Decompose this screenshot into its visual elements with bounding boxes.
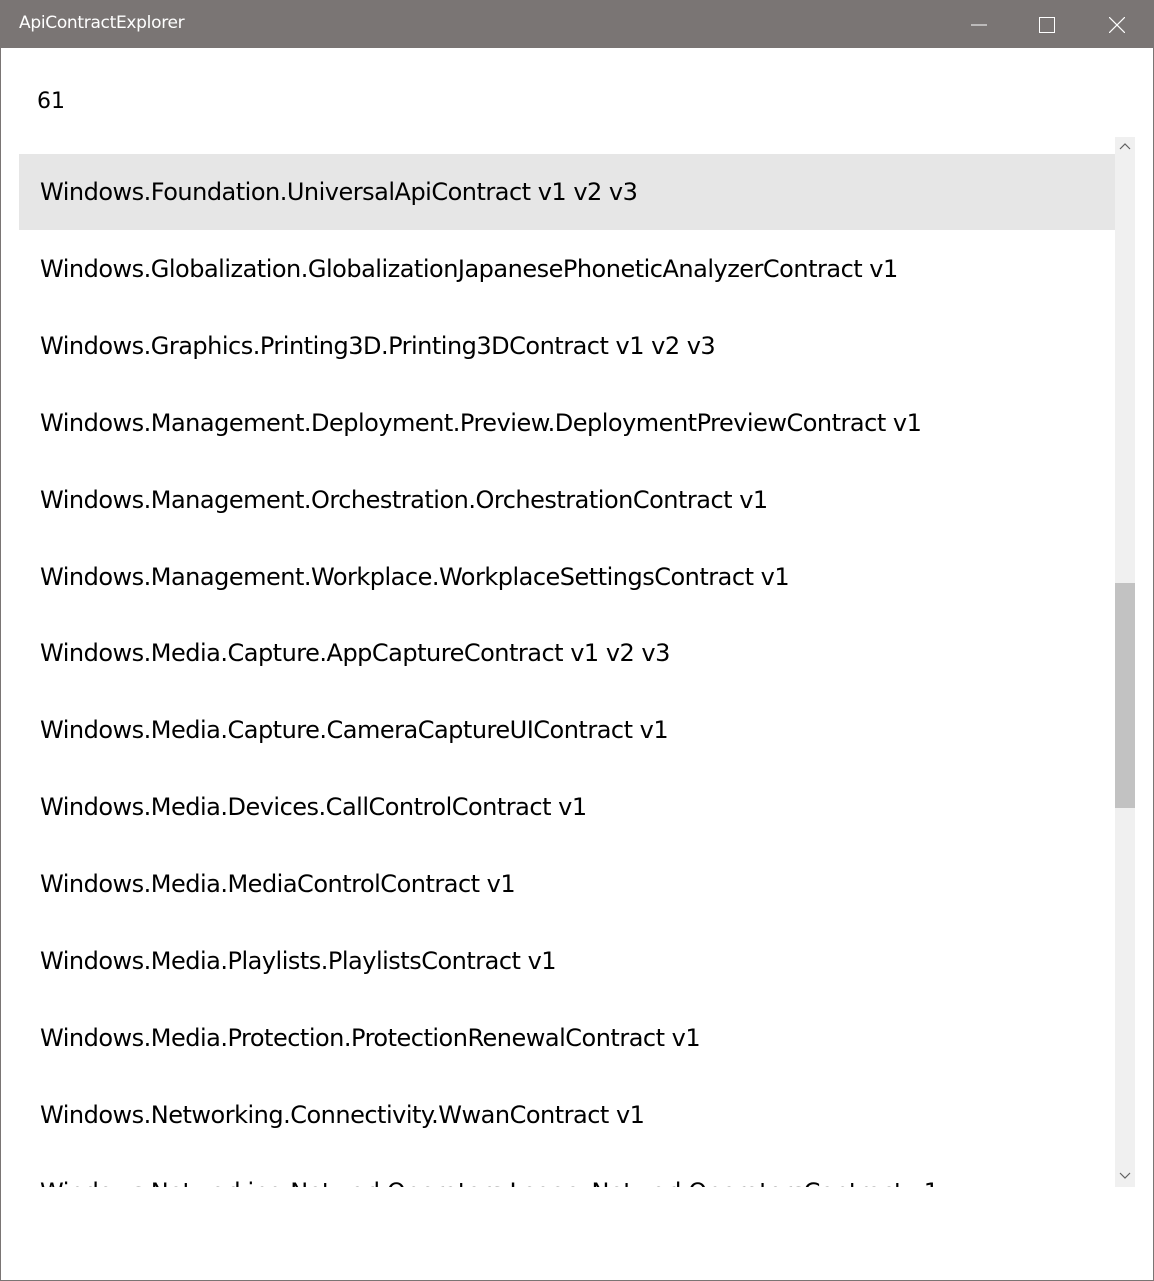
contract-list-item[interactable]: Windows.Networking.Connectivity.WwanCont… [19,1077,1115,1153]
contract-name: Windows.Management.Workplace.WorkplaceSe… [40,562,790,591]
contract-name: Windows.Globalization.GlobalizationJapan… [40,254,898,283]
contract-name: Windows.Media.Playlists.PlaylistsContrac… [40,947,557,975]
contract-name: Windows.Media.Capture.AppCaptureContract… [40,639,670,668]
maximize-icon [1039,16,1055,33]
chevron-up-icon [1119,143,1131,150]
minimize-button[interactable] [945,1,1013,48]
chevron-down-icon [1119,1172,1131,1179]
contract-list-item[interactable]: Windows.Foundation.UniversalApiContract … [19,154,1115,230]
contract-name: Windows.Foundation.UniversalApiContract … [40,178,638,206]
contract-list-item[interactable]: Windows.Management.Orchestration.Orchest… [19,462,1115,538]
close-icon [1109,16,1125,33]
contract-list-item[interactable]: Windows.Management.Deployment.Preview.De… [19,385,1115,461]
contract-name: Windows.Management.Deployment.Preview.De… [40,408,922,437]
window-title: ApiContractExplorer [19,13,185,33]
scroll-down-button[interactable] [1115,1167,1135,1185]
contract-name: Windows.Media.Devices.CallControlContrac… [40,793,587,822]
contract-list-item[interactable]: Windows.Media.MediaControlContract v1 [19,846,1115,922]
contract-list[interactable]: Windows.Foundation.UniversalApiContract … [19,137,1135,1187]
contract-count: 61 [37,89,65,114]
contract-list-item[interactable]: Windows.Management.Workplace.WorkplaceSe… [19,539,1115,615]
contract-list-item[interactable]: Windows.Media.Playlists.PlaylistsContrac… [19,923,1115,999]
maximize-button[interactable] [1013,1,1081,48]
minimize-icon [971,24,987,25]
contract-list-item[interactable]: Windows.Networking.NetworkOperators.Lega… [19,1154,1115,1187]
contract-list-item[interactable]: Windows.Media.Devices.CallControlContrac… [19,769,1115,845]
contract-list-item[interactable]: Windows.Media.Protection.ProtectionRenew… [19,1000,1115,1076]
title-bar[interactable]: ApiContractExplorer [1,1,1153,48]
contract-name: Windows.Media.MediaControlContract v1 [40,870,516,899]
contract-list-item[interactable]: Windows.Globalization.GlobalizationJapan… [19,231,1115,307]
contract-name: Windows.Networking.Connectivity.WwanCont… [40,1100,645,1129]
contract-name: Windows.Media.Protection.ProtectionRenew… [40,1023,701,1052]
close-button[interactable] [1083,1,1151,48]
contract-name: Windows.Networking.NetworkOperators.Lega… [40,1178,939,1187]
contract-list-item[interactable]: Windows.Media.Capture.AppCaptureContract… [19,615,1115,691]
contract-list-item[interactable]: Windows.Media.Capture.CameraCaptureUICon… [19,692,1115,768]
contract-name: Windows.Management.Orchestration.Orchest… [40,485,768,514]
scroll-up-button[interactable] [1115,137,1135,155]
contract-list-item[interactable]: Windows.Graphics.Printing3D.Printing3DCo… [19,308,1115,384]
vertical-scrollbar[interactable] [1115,137,1135,1187]
app-window: ApiContractExplorer 61 Windows.Foundatio… [0,0,1154,1281]
contract-name: Windows.Graphics.Printing3D.Printing3DCo… [40,331,716,360]
contract-name: Windows.Media.Capture.CameraCaptureUICon… [40,716,669,745]
scroll-thumb[interactable] [1115,583,1135,809]
